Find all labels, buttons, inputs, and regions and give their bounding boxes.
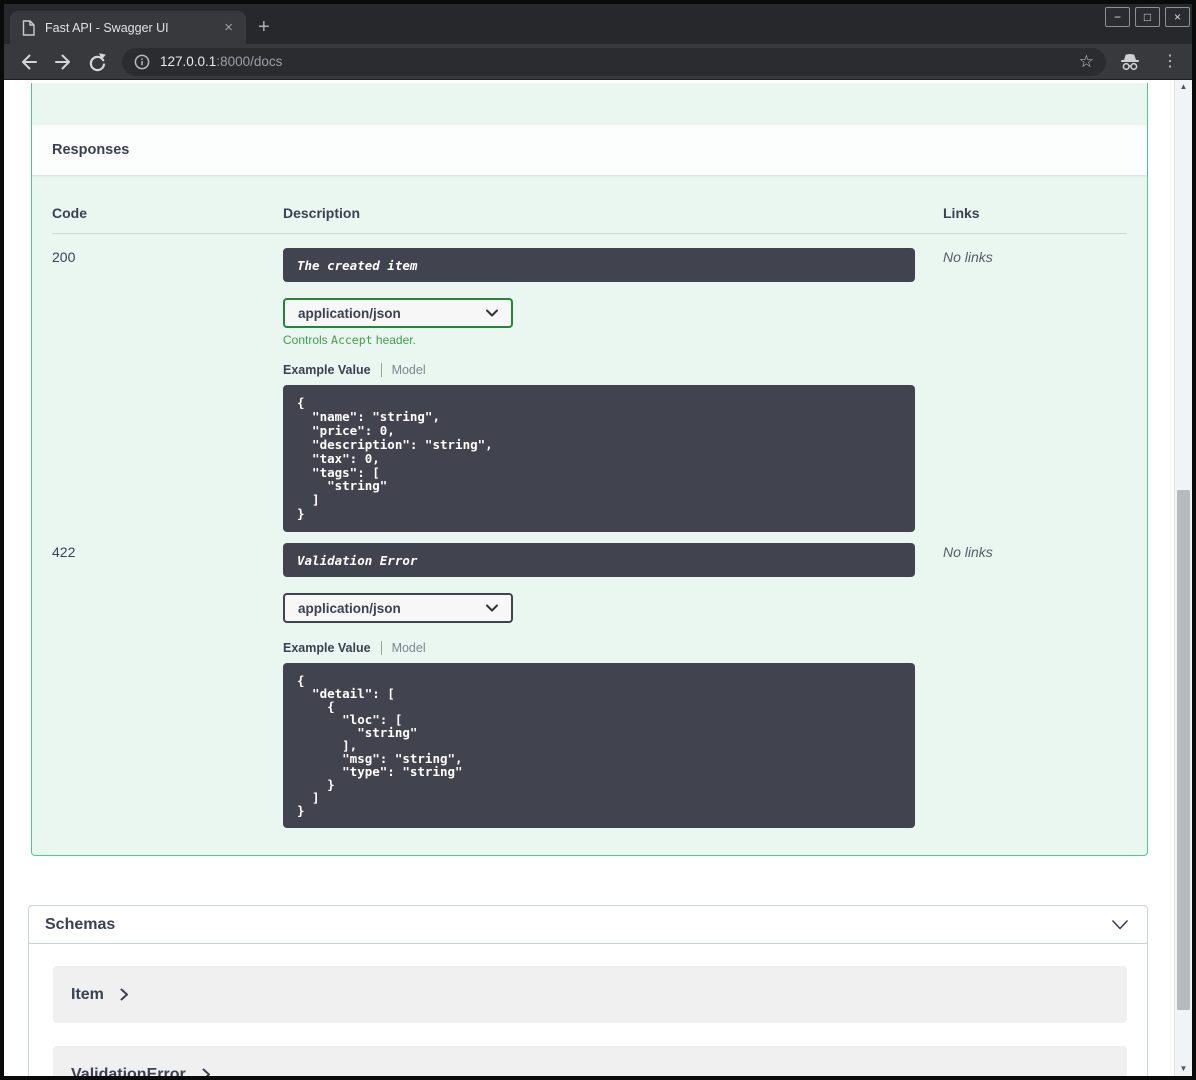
schemas-section: Schemas Item ValidationError — [28, 905, 1148, 1076]
chevron-down-icon — [1111, 919, 1129, 930]
model-name: ValidationError — [71, 1065, 186, 1077]
arrow-right-icon — [55, 54, 70, 69]
response-description-text: Validation Error — [297, 552, 418, 568]
scroll-down-icon[interactable]: ▼ — [1175, 1062, 1192, 1076]
accept-note-code: Accept — [331, 333, 373, 347]
chevron-right-icon — [202, 1068, 210, 1076]
tab-model[interactable]: Model — [392, 641, 426, 655]
accept-note-prefix: Controls — [283, 333, 332, 347]
url-path: :8000/docs — [216, 54, 283, 69]
tab-example-value[interactable]: Example Value — [283, 363, 371, 377]
forward-button[interactable] — [50, 49, 76, 75]
scrollbar-thumb[interactable] — [1177, 490, 1190, 1010]
accept-note-suffix: header. — [372, 333, 416, 347]
scroll-up-icon[interactable]: ▲ — [1175, 80, 1192, 94]
tab-strip: Fast API - Swagger UI × + − □ × — [4, 4, 1192, 44]
back-button[interactable] — [16, 49, 42, 75]
arrow-left-icon — [22, 54, 37, 69]
example-model-tabs: Example Value Model — [283, 363, 943, 377]
example-model-tabs: Example Value Model — [283, 641, 943, 656]
response-links: No links — [943, 544, 993, 561]
browser-menu-icon[interactable]: ⋮ — [1158, 53, 1182, 70]
column-header-links: Links — [943, 205, 980, 221]
url-text: 127.0.0.1:8000/docs — [160, 54, 1077, 69]
media-type-value: application/json — [298, 305, 401, 321]
example-json-block: { "detail": [ { "loc": [ "string" ], "ms… — [283, 663, 915, 829]
close-button[interactable]: × — [1165, 7, 1190, 27]
tab-model[interactable]: Model — [392, 363, 426, 377]
media-type-select[interactable]: application/json — [283, 593, 513, 624]
page-content: Responses Code Description Links 200 The… — [4, 80, 1192, 1076]
responses-table: Code Description Links 200 The created i… — [32, 175, 1147, 840]
page-icon — [22, 19, 35, 36]
accept-header-note: Controls Accept header. — [283, 333, 943, 347]
tab-divider — [380, 363, 382, 377]
bookmark-star-icon[interactable]: ☆ — [1077, 53, 1096, 70]
response-description-cell: Validation Error application/json Exampl… — [283, 543, 943, 829]
example-json-block: { "name": "string", "price": 0, "descrip… — [283, 385, 915, 533]
browser-window: Fast API - Swagger UI × + − □ × 127.0.0.… — [0, 0, 1196, 1080]
schemas-models: Item ValidationError — [29, 944, 1147, 1076]
url-host: 127.0.0.1 — [160, 54, 217, 69]
column-header-code: Code — [52, 205, 87, 221]
reload-icon — [89, 52, 106, 71]
response-row-200: 200 The created item application/json Co… — [52, 234, 1127, 533]
response-description-cell: The created item application/json Contro… — [283, 248, 943, 533]
tab-example-value[interactable]: Example Value — [283, 641, 371, 655]
incognito-icon[interactable] — [1118, 52, 1142, 71]
new-tab-button[interactable]: + — [258, 17, 270, 37]
response-description-text: The created item — [297, 257, 418, 273]
chevron-down-icon — [486, 309, 498, 317]
responses-section-header: Responses — [32, 125, 1147, 175]
responses-table-header: Code Description Links — [52, 205, 1127, 234]
opblock-post: Responses Code Description Links 200 The… — [31, 83, 1148, 856]
site-info-icon[interactable] — [134, 54, 150, 70]
schemas-title: Schemas — [45, 915, 116, 933]
column-header-description: Description — [283, 205, 361, 221]
address-bar[interactable]: 127.0.0.1:8000/docs ☆ — [122, 47, 1106, 76]
response-description-box: Validation Error — [283, 543, 915, 578]
browser-tab[interactable]: Fast API - Swagger UI × — [10, 11, 246, 44]
tab-divider — [380, 641, 382, 656]
chevron-right-icon — [120, 988, 128, 1001]
vertical-scrollbar[interactable]: ▲ ▼ — [1174, 80, 1192, 1076]
maximize-button[interactable]: □ — [1135, 7, 1160, 27]
media-type-value: application/json — [298, 600, 401, 616]
window-controls: − □ × — [1105, 7, 1190, 27]
response-code: 200 — [52, 249, 76, 265]
toolbar-right: ⋮ — [1118, 52, 1182, 71]
response-code: 422 — [52, 544, 76, 561]
browser-toolbar: 127.0.0.1:8000/docs ☆ ⋮ — [4, 44, 1192, 80]
response-row-422: 422 Validation Error application/json Ex… — [52, 532, 1127, 829]
model-name: Item — [71, 985, 104, 1003]
responses-title: Responses — [52, 142, 130, 158]
tab-close-icon[interactable]: × — [219, 18, 238, 37]
model-item-toggle[interactable]: Item — [53, 966, 1127, 1023]
reload-button[interactable] — [84, 49, 110, 75]
schemas-header[interactable]: Schemas — [29, 906, 1147, 944]
chevron-down-icon — [486, 604, 498, 612]
model-validationerror-toggle[interactable]: ValidationError — [53, 1046, 1127, 1076]
media-type-select[interactable]: application/json — [283, 298, 513, 328]
tab-title: Fast API - Swagger UI — [45, 20, 169, 35]
response-links: No links — [943, 249, 993, 265]
minimize-button[interactable]: − — [1105, 7, 1130, 27]
response-description-box: The created item — [283, 248, 915, 282]
